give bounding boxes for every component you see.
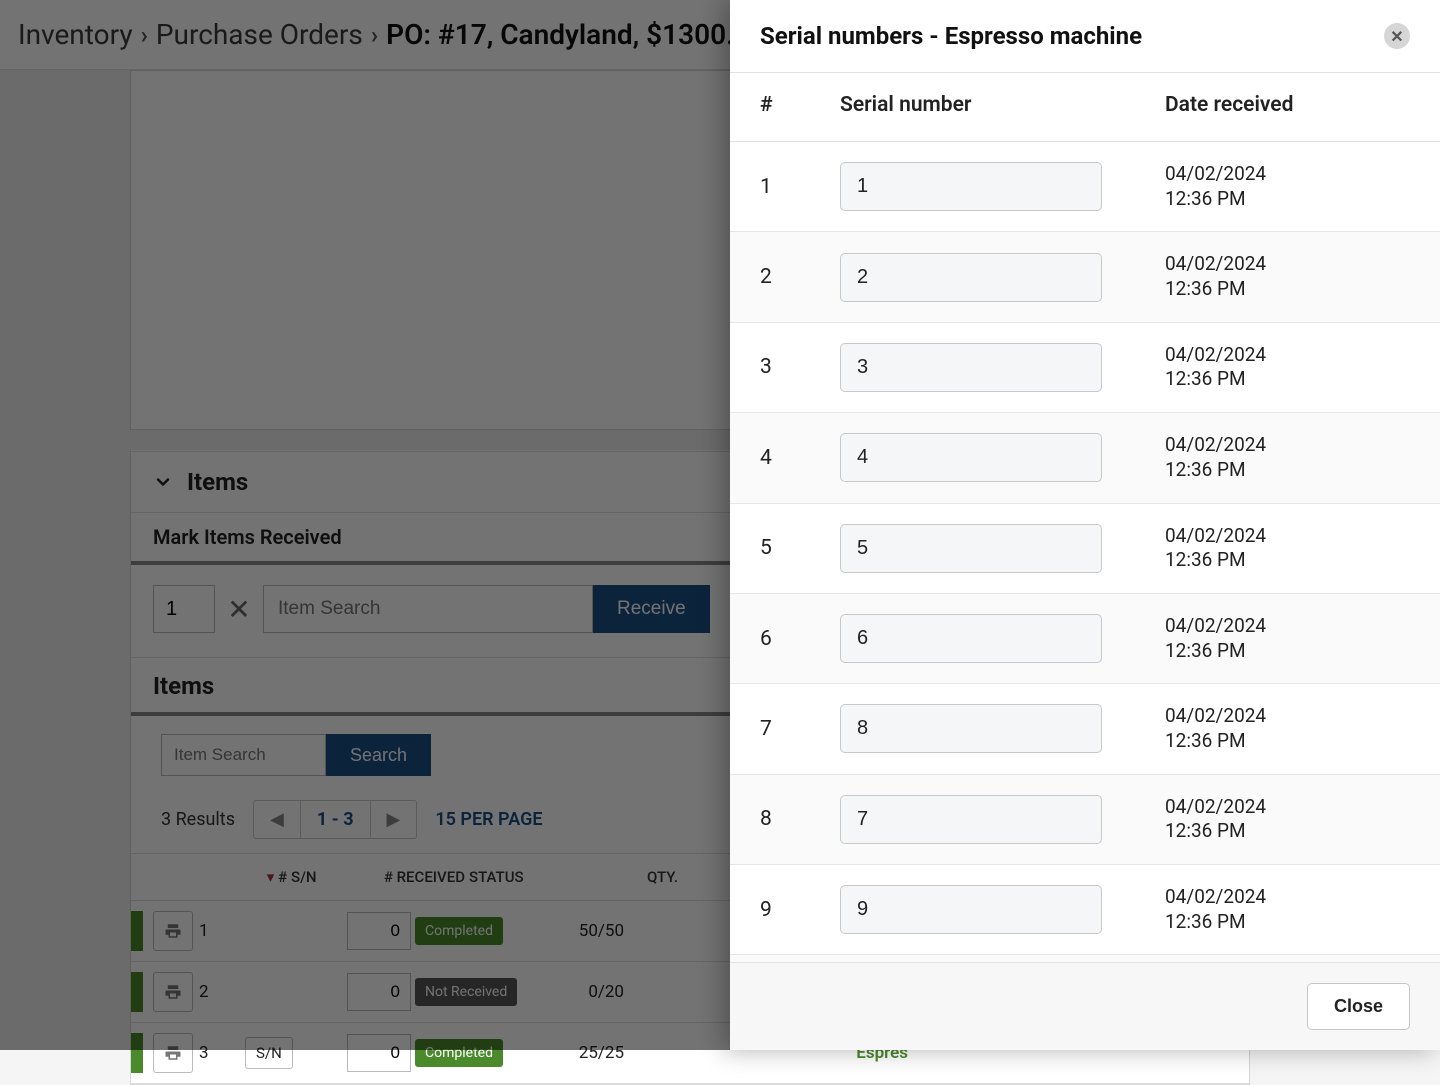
- serial-row: 3 04/02/202412:36 PM: [730, 323, 1440, 413]
- serial-numbers-modal: Serial numbers - Espresso machine ✕ # Se…: [730, 0, 1440, 1050]
- modal-title: Serial numbers - Espresso machine: [760, 22, 1142, 50]
- serial-number-input[interactable]: [840, 524, 1102, 573]
- serial-date-received: 04/02/202412:36 PM: [1165, 614, 1410, 663]
- serial-row: 1 04/02/202412:36 PM: [730, 142, 1440, 232]
- serial-number-input[interactable]: [840, 704, 1102, 753]
- serial-number-input[interactable]: [840, 433, 1102, 482]
- serial-number-input[interactable]: [840, 614, 1102, 663]
- serial-date-received: 04/02/202412:36 PM: [1165, 252, 1410, 301]
- serial-row: 2 04/02/202412:36 PM: [730, 232, 1440, 322]
- serial-date-received: 04/02/202412:36 PM: [1165, 343, 1410, 392]
- serial-number-input[interactable]: [840, 253, 1102, 302]
- modal-column-headers: # Serial number Date received: [730, 73, 1440, 142]
- serial-row-index: 2: [760, 265, 840, 289]
- serial-row: 7 04/02/202412:36 PM: [730, 684, 1440, 774]
- serial-number-input[interactable]: [840, 795, 1102, 844]
- serial-row-index: 7: [760, 717, 840, 741]
- serial-date-received: 04/02/202412:36 PM: [1165, 433, 1410, 482]
- serial-date-received: 04/02/202412:36 PM: [1165, 885, 1410, 934]
- serial-row-index: 5: [760, 536, 840, 560]
- serial-row-index: 4: [760, 446, 840, 470]
- serial-row: 9 04/02/202412:36 PM: [730, 865, 1440, 955]
- close-button[interactable]: Close: [1307, 983, 1410, 1030]
- modal-col-date: Date received: [1165, 93, 1410, 117]
- serial-row-index: 8: [760, 807, 840, 831]
- serial-number-input[interactable]: [840, 343, 1102, 392]
- serial-number-input[interactable]: [840, 885, 1102, 934]
- serial-rows-list: 1 04/02/202412:36 PM 2 04/02/202412:36 P…: [730, 142, 1440, 962]
- serial-date-received: 04/02/202412:36 PM: [1165, 795, 1410, 844]
- serial-row: 6 04/02/202412:36 PM: [730, 594, 1440, 684]
- serial-row: 5 04/02/202412:36 PM: [730, 504, 1440, 594]
- serial-row: 10 04/02/202412:36 PM: [730, 955, 1440, 962]
- serial-date-received: 04/02/202412:36 PM: [1165, 524, 1410, 573]
- serial-row: 4 04/02/202412:36 PM: [730, 413, 1440, 503]
- modal-col-index: #: [760, 93, 840, 117]
- modal-col-serial: Serial number: [840, 93, 1165, 117]
- serial-row: 8 04/02/202412:36 PM: [730, 775, 1440, 865]
- serial-row-index: 6: [760, 627, 840, 651]
- serial-row-index: 3: [760, 355, 840, 379]
- serial-row-index: 1: [760, 175, 840, 199]
- serial-date-received: 04/02/202412:36 PM: [1165, 704, 1410, 753]
- serial-number-input[interactable]: [840, 162, 1102, 211]
- serial-date-received: 04/02/202412:36 PM: [1165, 162, 1410, 211]
- serial-row-index: 9: [760, 898, 840, 922]
- close-icon[interactable]: ✕: [1384, 23, 1410, 49]
